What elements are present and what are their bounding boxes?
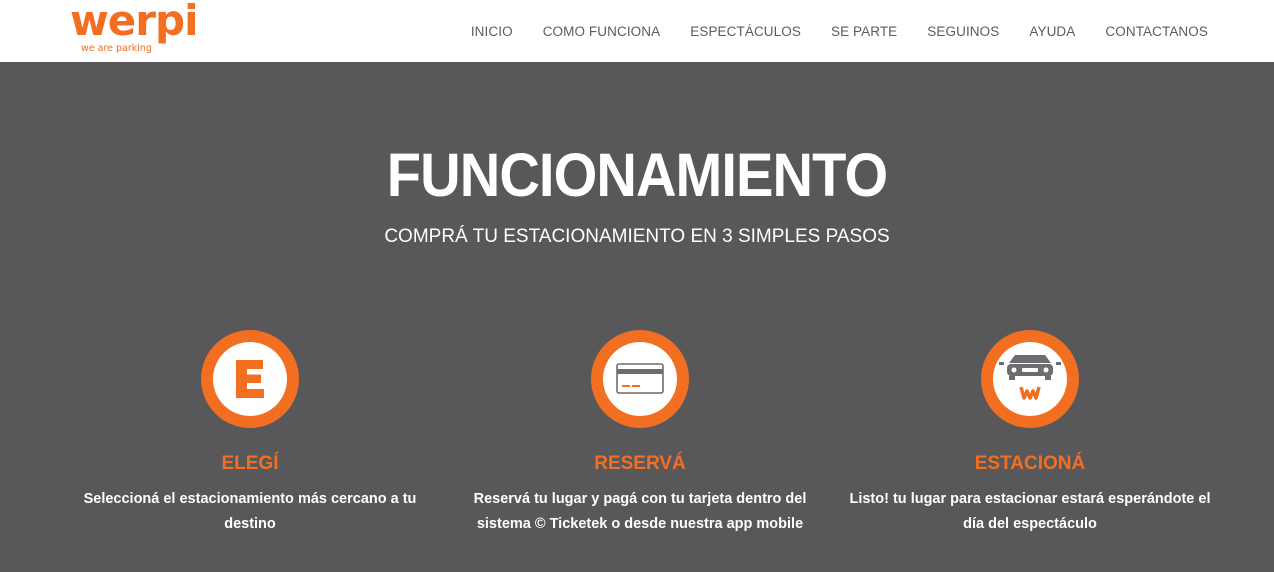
step-title: ESTACIONÁ (974, 453, 1086, 474)
step-title: RESERVÁ (594, 453, 686, 474)
nav-item-se-parte[interactable]: SE PARTE (831, 24, 897, 39)
step-title: ELEGÍ (221, 453, 279, 474)
logo-wordmark: werpi (70, 0, 198, 45)
nav-item-contactanos[interactable]: CONTACTANOS (1105, 24, 1208, 39)
header: werpi we are parking INICIO COMO FUNCION… (0, 0, 1274, 62)
nav-item-inicio[interactable]: INICIO (471, 24, 513, 39)
step-reserva: RESERVÁ Reservá tu lugar y pagá con tu t… (445, 330, 835, 537)
nav-item-ayuda[interactable]: AYUDA (1029, 24, 1075, 39)
step-description: Listo! tu lugar para estacionar estará e… (849, 491, 1211, 532)
step-elegi: ELEGÍ Seleccioná el estacionamiento más … (55, 330, 445, 537)
step-description: Reservá tu lugar y pagá con tu tarjeta d… (473, 491, 807, 532)
credit-card-icon (591, 330, 689, 428)
car-icon (981, 330, 1079, 428)
nav-item-espectaculos[interactable]: ESPECTÁCULOS (690, 24, 801, 39)
nav-item-como-funciona[interactable]: COMO FUNCIONA (543, 24, 661, 39)
step-description: Seleccioná el estacionamiento más cercan… (83, 491, 417, 532)
parking-e-icon (201, 330, 299, 428)
nav-item-seguinos[interactable]: SEGUINOS (927, 24, 999, 39)
step-estaciona: ESTACIONÁ Listo! tu lugar para estaciona… (835, 330, 1225, 537)
page-subtitle: COMPRÁ TU ESTACIONAMIENTO EN 3 SIMPLES P… (384, 226, 890, 247)
logo-tagline: we are parking (81, 43, 152, 54)
werpi-logo[interactable]: werpi we are parking (70, 0, 210, 58)
page-title: FUNCIONAMIENTO (386, 141, 888, 209)
main-nav: INICIO COMO FUNCIONA ESPECTÁCULOS SE PAR… (471, 0, 1208, 62)
